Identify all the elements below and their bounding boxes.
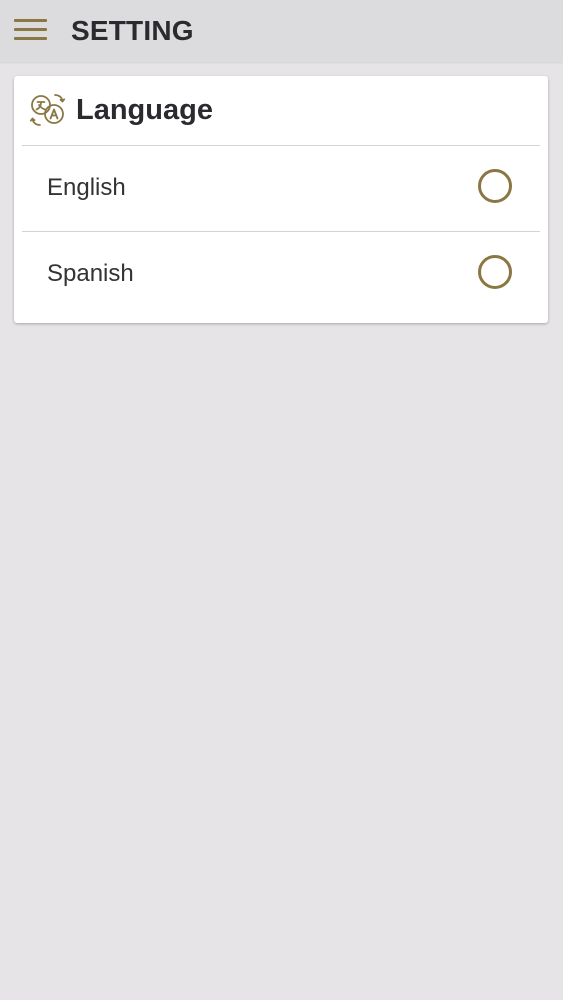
hamburger-menu-icon[interactable] xyxy=(14,18,48,44)
app-bar: SETTING xyxy=(0,0,563,62)
language-card: Language English Spanish xyxy=(14,76,548,323)
menu-bar-bottom xyxy=(14,37,47,40)
english-radio-button[interactable] xyxy=(478,169,512,203)
language-option-spanish[interactable]: Spanish xyxy=(14,232,548,317)
translate-icon xyxy=(29,94,66,126)
language-title: Language xyxy=(76,94,213,126)
page-title: SETTING xyxy=(71,15,194,46)
language-option-label: Spanish xyxy=(47,260,134,287)
language-card-header: Language xyxy=(14,76,548,146)
menu-bar-middle xyxy=(14,28,47,31)
language-option-label: English xyxy=(47,174,126,201)
language-option-english[interactable]: English xyxy=(14,146,548,231)
menu-bar-top xyxy=(14,19,47,22)
spanish-radio-button[interactable] xyxy=(478,255,512,289)
